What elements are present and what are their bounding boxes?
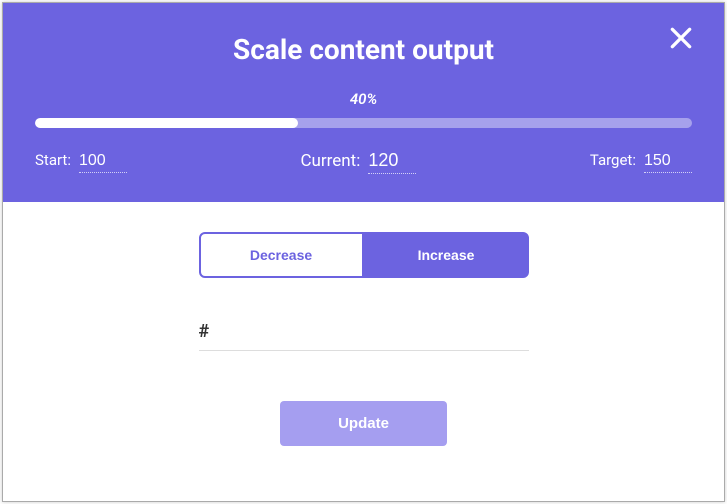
- current-label: Current:: [300, 151, 360, 171]
- number-input-row: #: [199, 318, 529, 351]
- close-icon: [668, 25, 694, 51]
- modal-body: Decrease Increase # Update: [3, 202, 724, 501]
- amount-input[interactable]: [219, 318, 528, 344]
- progress-percent-label: 40%: [35, 90, 692, 108]
- target-label: Target:: [590, 151, 636, 169]
- progress-bar: [35, 118, 692, 128]
- values-row: Start: Current: Target:: [35, 148, 692, 174]
- start-group: Start:: [35, 150, 127, 173]
- modal-title: Scale content output: [35, 33, 692, 66]
- increase-toggle[interactable]: Increase: [364, 232, 529, 278]
- current-input[interactable]: [368, 148, 416, 174]
- hash-icon: #: [199, 321, 210, 342]
- modal-header: Scale content output 40% Start: Current:…: [3, 3, 724, 202]
- decrease-toggle[interactable]: Decrease: [199, 232, 364, 278]
- toggle-group: Decrease Increase: [199, 232, 529, 278]
- start-input[interactable]: [79, 150, 127, 173]
- current-group: Current:: [300, 148, 416, 174]
- close-button[interactable]: [668, 25, 694, 51]
- target-group: Target:: [590, 150, 692, 173]
- target-input[interactable]: [644, 150, 692, 173]
- progress-bar-fill: [35, 118, 298, 128]
- update-button[interactable]: Update: [280, 401, 447, 446]
- scale-content-modal: Scale content output 40% Start: Current:…: [2, 2, 725, 502]
- start-label: Start:: [35, 151, 71, 169]
